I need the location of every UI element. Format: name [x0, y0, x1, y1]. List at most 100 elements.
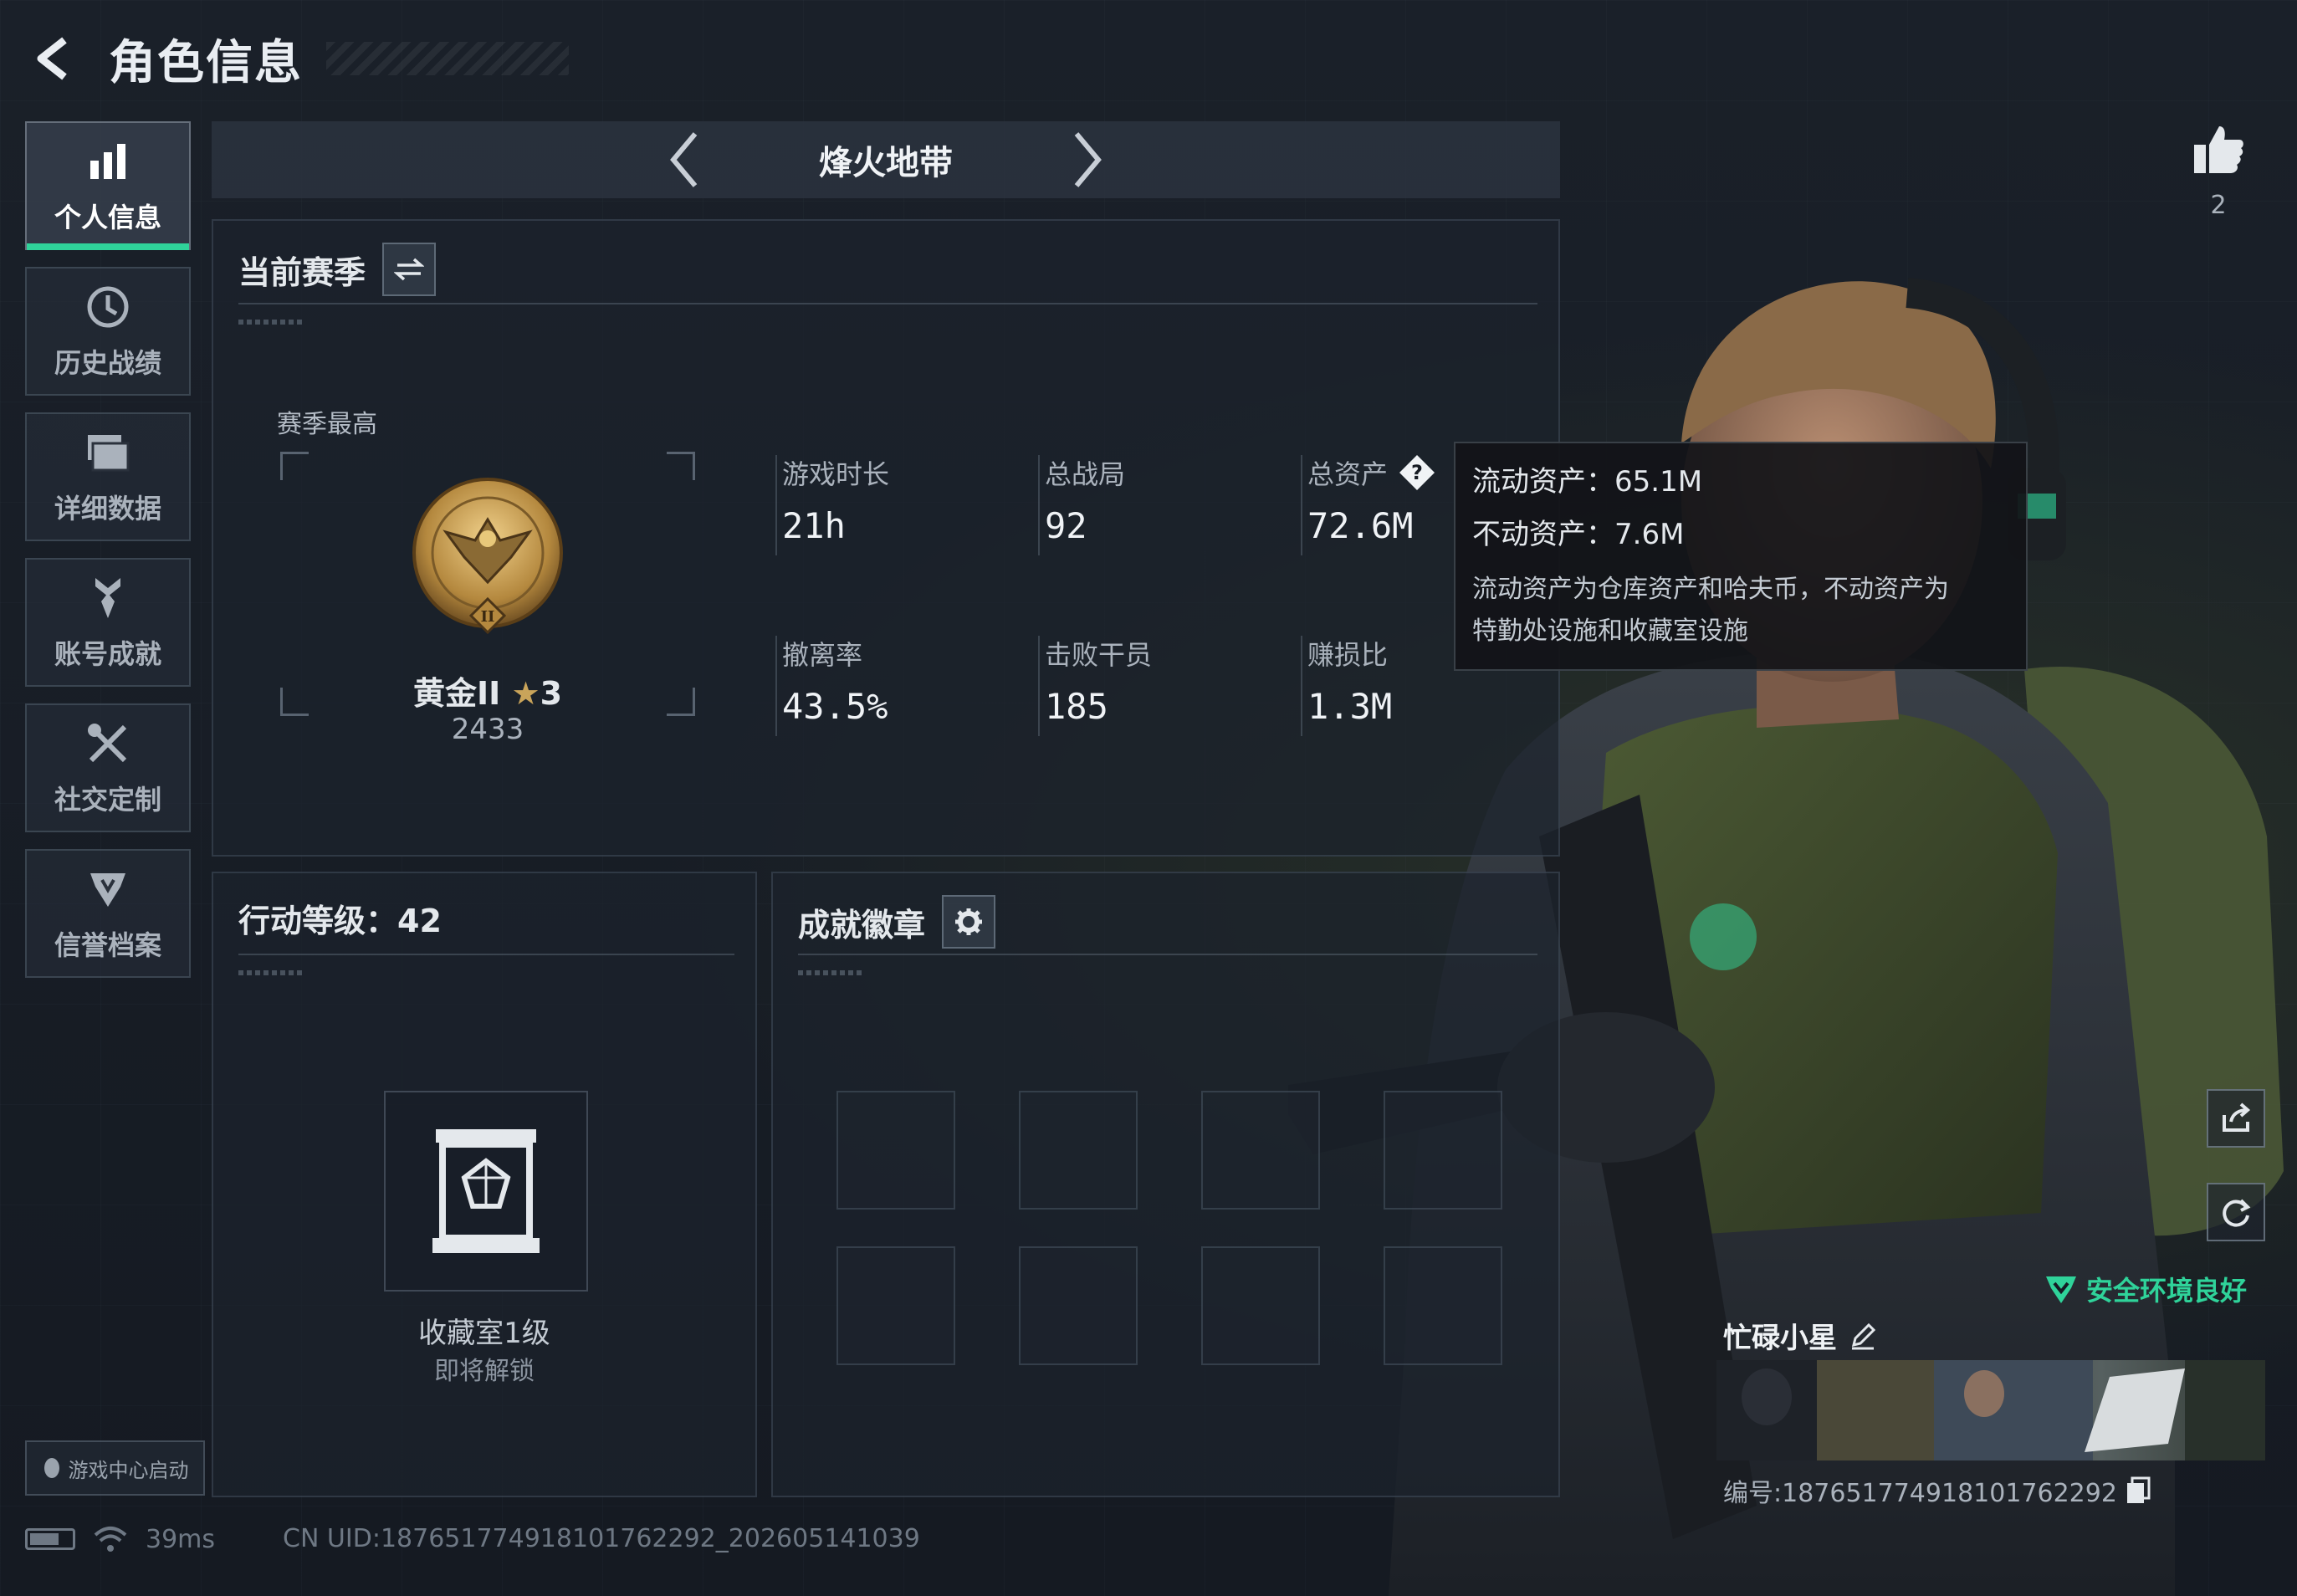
season-panel: 当前赛季 赛季最高 II 黄金II ★3 2433 游戏时长 21h 总战局 9…	[212, 219, 1560, 857]
stat-divider	[1038, 636, 1040, 736]
badge-slot[interactable]	[1201, 1246, 1320, 1365]
stat-label: 撤离率	[782, 639, 863, 671]
season-title-text: 当前赛季	[238, 253, 366, 291]
stat-total-matches: 总战局 92	[1045, 453, 1296, 546]
badge-settings-button[interactable]	[942, 895, 996, 949]
mode-prev-button[interactable]	[660, 126, 710, 193]
badge-slot[interactable]	[1384, 1091, 1502, 1210]
stat-value: 1.3M	[1307, 686, 1393, 727]
star-icon: ★	[511, 675, 540, 712]
uid-text: CN UID:18765177491810176229​2_2026051410…	[283, 1524, 920, 1553]
rank-name-text: 黄金II	[412, 675, 501, 712]
stat-value: 92	[1045, 505, 1087, 546]
frame-corner	[667, 452, 695, 480]
sidebar-item-social-custom[interactable]: 社交定制	[25, 703, 191, 832]
badge-slot[interactable]	[1201, 1091, 1320, 1210]
copy-icon[interactable]	[2126, 1476, 2151, 1505]
divider-dash	[798, 970, 865, 975]
assets-tooltip: 流动资产：65.1M 不动资产：7.6M 流动资产为仓库资产和哈夫币，不动资产为…	[1454, 442, 2028, 671]
season-switch-button[interactable]	[382, 243, 437, 296]
refresh-button[interactable]	[2207, 1183, 2265, 1241]
title-decoration	[326, 42, 569, 75]
badge-slot[interactable]	[836, 1091, 955, 1210]
tooltip-desc-line: 特勤处设施和收藏室设施	[1472, 616, 1748, 646]
stat-value: 43.5%	[782, 686, 888, 727]
rank-score: 2433	[451, 713, 524, 746]
stat-divider	[775, 455, 777, 555]
edit-icon[interactable]	[1849, 1322, 1877, 1350]
player-name-text: 忙碌小星	[1723, 1322, 1837, 1355]
chevron-left-icon	[670, 132, 698, 187]
stat-label: 总战局	[1045, 458, 1126, 490]
share-button[interactable]	[2207, 1089, 2265, 1148]
divider-dash	[238, 320, 305, 325]
tooltip-desc-line: 流动资产为仓库资产和哈夫币，不动资产为	[1472, 575, 1949, 604]
name-card-illustration	[1716, 1360, 2265, 1460]
sidebar-item-credit[interactable]: 信誉档案	[25, 849, 191, 978]
collection-room-icon	[432, 1129, 540, 1253]
sidebar-item-label: 社交定制	[54, 784, 161, 816]
shield-icon	[83, 864, 133, 914]
badge-slot[interactable]	[1384, 1246, 1502, 1365]
badge-slot[interactable]	[1019, 1091, 1138, 1210]
back-button[interactable]	[25, 29, 84, 88]
chevron-right-icon	[1074, 132, 1102, 187]
player-name: 忙碌小星	[1723, 1315, 1877, 1356]
badge-slot[interactable]	[836, 1246, 955, 1365]
mode-next-button[interactable]	[1062, 126, 1112, 193]
gold-rank-emblem-icon: II	[412, 478, 563, 635]
share-icon	[2223, 1102, 2251, 1132]
back-arrow-icon	[37, 37, 67, 80]
tools-icon	[83, 719, 133, 769]
divider-dash	[238, 970, 305, 975]
refresh-icon	[2223, 1199, 2251, 1227]
penguin-icon	[43, 1458, 59, 1478]
sidebar-item-detail-data[interactable]: 详细数据	[25, 412, 191, 541]
stat-label: 游戏时长	[782, 458, 890, 490]
level-title: 行动等级：42	[238, 903, 442, 939]
thumbs-up-icon	[2194, 126, 2243, 173]
svg-text:?: ?	[1411, 461, 1423, 484]
stat-label: 击败干员	[1045, 639, 1153, 671]
sidebar-item-label: 个人信息	[54, 202, 161, 233]
stat-kills: 击败干员 185	[1045, 634, 1296, 727]
game-center-launch-button[interactable]: 游戏中心启动	[25, 1440, 205, 1496]
sidebar: 个人信息 历史战绩 详细数据 账号成就 社交定制 信誉档案	[25, 121, 191, 995]
clock-history-icon	[83, 282, 133, 332]
stat-play-time: 游戏时长 21h	[782, 453, 1033, 546]
stat-value: 185	[1045, 686, 1108, 727]
sidebar-item-label: 详细数据	[54, 493, 161, 524]
stat-divider	[1301, 636, 1302, 736]
sidebar-item-label: 账号成就	[54, 638, 161, 670]
name-card-banner[interactable]	[1716, 1360, 2265, 1460]
sidebar-item-personal-info[interactable]: 个人信息	[25, 121, 191, 250]
badge-title: 成就徽章	[798, 895, 996, 949]
header: 角色信息	[25, 25, 569, 92]
battery-icon	[25, 1528, 75, 1550]
divider	[798, 954, 1537, 955]
help-icon[interactable]: ?	[1398, 453, 1436, 492]
swap-icon	[394, 258, 425, 281]
like-button[interactable]	[2185, 115, 2252, 182]
bar-chart-icon	[83, 136, 133, 187]
action-level-panel: 行动等级：42 收藏室1级 即将解锁	[212, 872, 757, 1497]
badge-title-text: 成就徽章	[798, 906, 926, 944]
shield-check-icon	[2046, 1276, 2076, 1303]
frame-corner	[280, 452, 309, 480]
divider	[238, 303, 1537, 304]
rank-name: 黄金II ★3	[280, 668, 695, 714]
sidebar-item-label: 历史战绩	[54, 347, 161, 379]
sidebar-item-label: 信誉档案	[54, 929, 161, 961]
status-bar: 39ms	[25, 1521, 215, 1558]
season-best-label: 赛季最高	[277, 410, 377, 439]
badge-slot[interactable]	[1019, 1246, 1138, 1365]
mode-name: 烽火地带	[819, 144, 953, 182]
sidebar-item-history[interactable]: 历史战绩	[25, 267, 191, 396]
divider	[238, 954, 734, 955]
sidebar-item-achievements[interactable]: 账号成就	[25, 558, 191, 687]
stat-value: 21h	[782, 505, 846, 546]
tooltip-liquid-assets: 流动资产：65.1M	[1472, 465, 1703, 499]
season-title: 当前赛季	[238, 243, 437, 296]
stat-divider	[1038, 455, 1040, 555]
collection-room-button[interactable]	[384, 1091, 588, 1292]
